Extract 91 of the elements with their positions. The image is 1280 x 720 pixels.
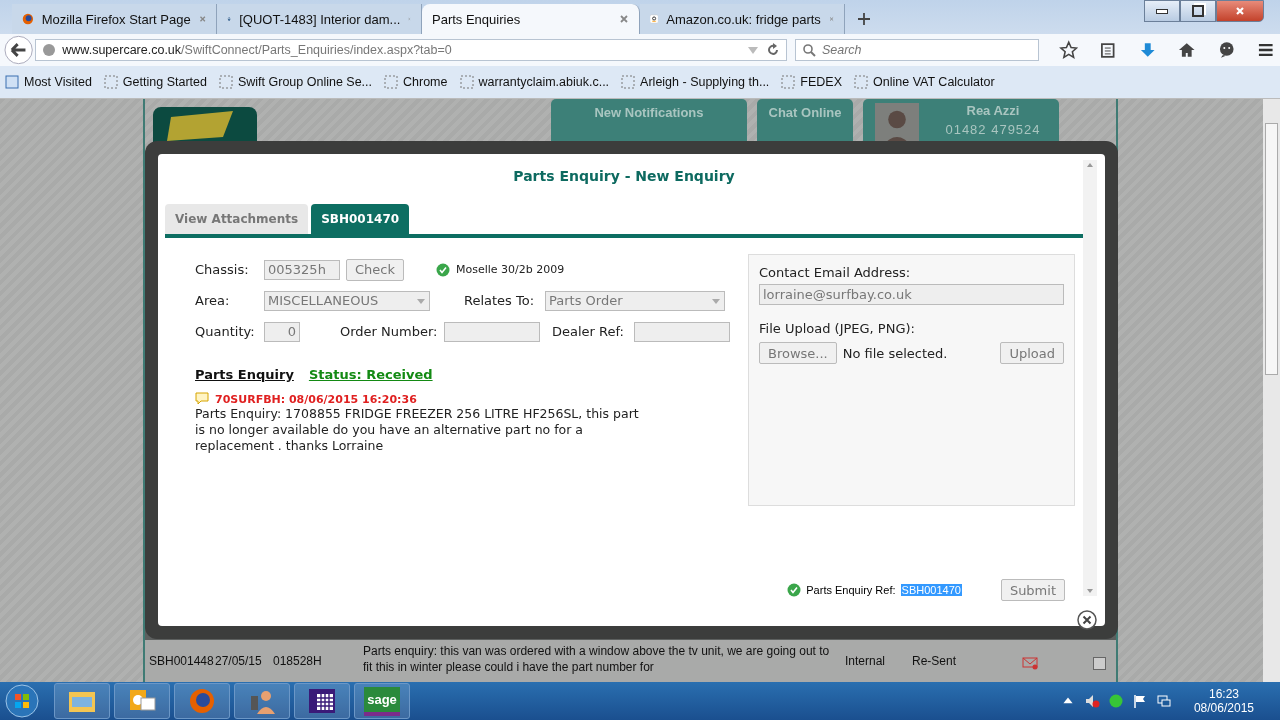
table-cell-text: SBH001448 <box>149 653 215 668</box>
page-icon <box>854 75 869 89</box>
sage-logo: sage <box>364 686 400 716</box>
taskbar-app[interactable] <box>114 683 170 719</box>
table-cell-text: Internal <box>845 653 887 668</box>
ref-label: Parts Enquiry Ref: <box>806 584 896 596</box>
new-tab-icon[interactable] <box>857 12 871 26</box>
browser-tab[interactable]: Mozilla Firefox Start Page <box>12 4 217 34</box>
ref-value: SBH001470 <box>900 584 962 596</box>
message-text: Parts Enquiry: 1708855 FRIDGE FREEZER 256 LITRE HF256SL, this part is no longer available do you have an alternative part no for a replacement . thanks Lorraine <box>195 406 640 454</box>
submit-button[interactable]: Submit <box>1000 579 1065 601</box>
bookmark-item[interactable]: Most Visited <box>5 75 92 89</box>
field-label: Order Number: <box>340 324 438 339</box>
page-icon <box>5 75 19 89</box>
vehicle-model: Moselle 30/2b 2009 <box>456 263 565 276</box>
table-cell-text: 27/05/15 <box>215 653 263 668</box>
browser-tab[interactable]: [QUOT-1483] Interior dam... <box>217 4 422 34</box>
address-field[interactable]: www.supercare.co.uk/SwiftConnect/Parts_Enquiries/index.aspx?tab=0 <box>35 39 787 61</box>
globe-fox-icon <box>22 11 34 27</box>
area-dropdown[interactable]: MISCELLANEOUS <box>264 290 430 311</box>
page-icon <box>781 75 796 89</box>
panel-title: Chat Online <box>768 105 842 120</box>
relates-dropdown[interactable]: Parts Order <box>545 290 725 311</box>
minimize-icon[interactable] <box>1144 0 1180 22</box>
bookmark-item[interactable]: Chrome <box>384 75 448 89</box>
field-label: File Upload (JPEG, PNG): <box>759 321 916 336</box>
taskbar-app[interactable] <box>294 683 350 719</box>
table-cell-text: Re-Sent <box>912 653 958 668</box>
restore-icon[interactable] <box>1180 0 1216 22</box>
bookmark-item[interactable]: Swift Group Online Se... <box>218 75 373 89</box>
browser-tab[interactable]: Amazon.co.uk: fridge parts <box>640 4 845 34</box>
user-name: Rea Azzi <box>966 103 1020 118</box>
home-icon[interactable] <box>1177 40 1197 60</box>
speaker-muted-icon[interactable] <box>1083 693 1100 709</box>
bookmark-item[interactable]: Getting Started <box>103 75 207 89</box>
row-checkbox[interactable] <box>1093 657 1106 670</box>
user-phone: 01482 479524 <box>945 122 1041 137</box>
upload-button[interactable]: Upload <box>1000 342 1064 364</box>
field-label: Chassis: <box>195 262 250 277</box>
network-icon[interactable] <box>1155 693 1172 709</box>
dialog-tab[interactable]: SBH001470 <box>311 204 410 234</box>
check-circle-icon <box>787 583 802 597</box>
field-label: Quantity: <box>195 324 256 339</box>
field-label: Dealer Ref: <box>552 324 625 339</box>
dialog-tab[interactable]: View Attachments <box>165 204 309 234</box>
chassis-field[interactable]: 005325h <box>264 259 340 280</box>
check-circle-icon <box>436 262 450 277</box>
envelope-icon <box>127 688 157 714</box>
browser-tab[interactable]: Parts Enquiries <box>422 4 640 34</box>
page-icon <box>621 75 636 89</box>
parts-enquiry-link[interactable]: Parts Enquiry <box>195 367 294 382</box>
status-link[interactable]: Status: Received <box>308 367 433 382</box>
quantity-field[interactable]: 0 <box>264 321 300 342</box>
reload-icon[interactable] <box>765 43 780 57</box>
bookmark-item[interactable]: Arleigh - Supplying th... <box>621 75 770 89</box>
file-status: No file selected. <box>842 345 948 361</box>
table-cell-text: Parts enquiry: this van was ordered with a window above the tv unit, we are going out to fit this in winter please could i have the part number for <box>363 643 831 675</box>
scrollbar[interactable] <box>1263 99 1280 682</box>
clock[interactable]: 16:23 08/06/2015 <box>1193 687 1254 715</box>
search-field[interactable]: Search <box>794 39 1039 61</box>
check-button[interactable]: Check <box>346 258 404 281</box>
dialog-title: Parts Enquiry - New Enquiry <box>512 167 736 186</box>
scrollbar[interactable] <box>1083 160 1097 596</box>
email-field[interactable]: lorraine@surfbay.co.uk <box>759 284 1064 305</box>
globe-fox-icon <box>187 688 217 714</box>
flag-icon[interactable] <box>1131 693 1148 709</box>
speech-bubble-icon <box>195 392 209 406</box>
taskbar-app[interactable]: sage <box>354 683 410 719</box>
bookmark-item[interactable]: FEDEX <box>781 75 843 89</box>
page-icon <box>218 75 233 89</box>
grid-icon <box>307 688 337 714</box>
back-icon[interactable] <box>4 35 34 65</box>
browse-button[interactable]: Browse... <box>759 342 837 364</box>
page-icon <box>384 75 399 89</box>
bookmark-item[interactable]: warrantyclaim.abiuk.c... <box>459 75 610 89</box>
envelope-icon[interactable] <box>1022 656 1038 670</box>
field-label: Area: <box>195 293 231 308</box>
page-icon <box>459 75 474 89</box>
bookmark-item[interactable]: Online VAT Calculator <box>854 75 995 89</box>
message-author: 70SURFBH: 08/06/2015 16:20:36 <box>215 392 417 406</box>
table-cell-text: 018528H <box>273 653 323 668</box>
field-label: Relates To: <box>464 293 536 308</box>
search-icon <box>801 43 816 57</box>
panel-title: New Notifications <box>594 105 704 120</box>
field-label: Contact Email Address: <box>759 265 912 280</box>
star-icon[interactable] <box>1058 40 1079 60</box>
order-number-field[interactable] <box>444 321 540 342</box>
start-button[interactable] <box>4 683 40 719</box>
page-icon <box>103 75 118 89</box>
dealer-ref-field[interactable] <box>634 321 730 342</box>
status-dot-icon[interactable] <box>1107 693 1124 709</box>
